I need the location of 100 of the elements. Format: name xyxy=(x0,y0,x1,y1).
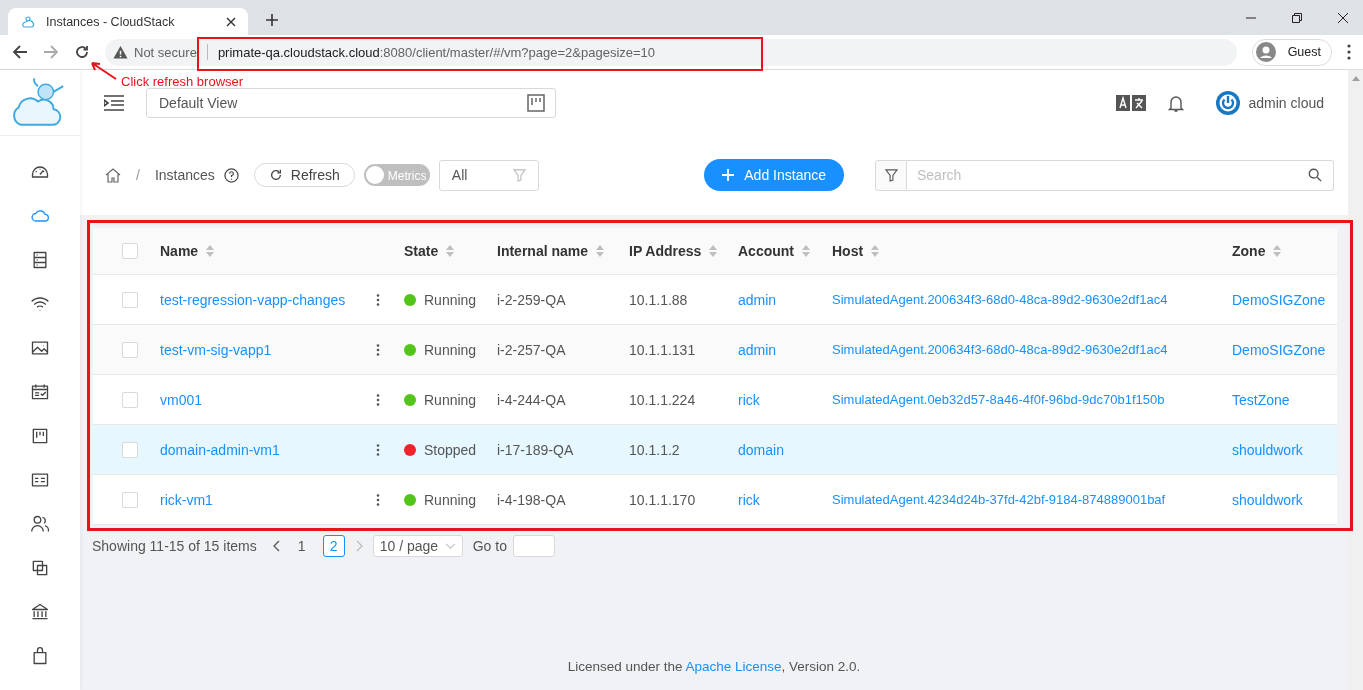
column-header[interactable]: Zone xyxy=(1232,243,1266,259)
table-row[interactable]: rick-vm1 Running i-4-198-QA 10.1.1.170 rick SimulatedAgent.4234d24b-37fd-42bf-9184-874889001baf shouldwork xyxy=(93,475,1337,525)
column-header[interactable]: State xyxy=(404,243,439,259)
search-field[interactable]: Search xyxy=(907,159,1334,191)
table-row[interactable]: domain-admin-vm1 Stopped i-17-189-QA 10.1.1.2 domain shouldwork xyxy=(93,425,1337,475)
host-link[interactable]: SimulatedAgent.200634f3-68d0-48ca-89d2-9630e2df1ac4 xyxy=(832,342,1168,357)
internal-name-text: i-4-244-QA xyxy=(497,391,566,408)
filter-icon xyxy=(884,168,898,182)
translate-icon[interactable] xyxy=(1115,94,1146,111)
home-icon[interactable] xyxy=(105,167,121,183)
close-icon[interactable] xyxy=(226,16,236,27)
state-text: Stopped xyxy=(424,441,477,458)
annotation-arrow xyxy=(88,59,118,81)
bell-icon[interactable] xyxy=(1167,93,1184,112)
instance-name-link[interactable]: test-regression-vapp-changes xyxy=(160,291,346,308)
more-icon[interactable] xyxy=(376,393,380,406)
url-text: primate-qa.cloudstack.cloud:8080/client/master/#/vm?page=2&pagesize=10 xyxy=(217,44,656,60)
account-link[interactable]: admin xyxy=(738,291,777,308)
zone-link[interactable]: TestZone xyxy=(1232,391,1290,408)
row-checkbox[interactable] xyxy=(122,291,138,308)
column-header[interactable]: Name xyxy=(160,243,199,259)
menu-icon[interactable] xyxy=(104,94,124,111)
go-to-label: Go to xyxy=(472,538,507,554)
person-icon xyxy=(1255,42,1276,62)
state-text: Running xyxy=(424,291,477,308)
internal-name-text: i-2-259-QA xyxy=(497,291,566,308)
host-link[interactable]: SimulatedAgent.0eb32d57-8a46-4f0f-96bd-9dc70b1f150b xyxy=(832,392,1165,407)
previous-page-icon[interactable] xyxy=(272,540,281,552)
breadcrumb-current: Instances xyxy=(154,167,215,183)
more-icon[interactable] xyxy=(376,493,380,506)
search-filter-button[interactable] xyxy=(875,159,907,191)
row-checkbox[interactable] xyxy=(122,341,138,358)
host-link[interactable]: SimulatedAgent.4234d24b-37fd-42bf-9184-874889001baf xyxy=(832,492,1166,507)
internal-name-text: i-17-189-QA xyxy=(497,441,574,458)
refresh-button[interactable]: Refresh xyxy=(253,163,355,187)
instance-name-link[interactable]: rick-vm1 xyxy=(160,491,213,508)
zone-link[interactable]: DemoSIGZone xyxy=(1232,341,1326,358)
bank-icon[interactable] xyxy=(30,602,50,622)
board-icon xyxy=(527,93,545,112)
copy-squares-icon[interactable] xyxy=(30,558,50,578)
select-all-checkbox[interactable] xyxy=(122,243,138,259)
instance-name-link[interactable]: test-vm-sig-vapp1 xyxy=(160,341,272,358)
address-bar[interactable]: Not secure primate-qa.cloudstack.cloud:8080/client/master/#/vm?page=2&pagesize=10 xyxy=(105,38,1237,66)
internal-name-text: i-4-198-QA xyxy=(497,491,566,508)
account-link[interactable]: admin xyxy=(738,341,777,358)
license-text: Licensed under the Apache License, Version 2.0. xyxy=(566,659,862,674)
table-row[interactable]: test-vm-sig-vapp1 Running i-2-257-QA 10.1.1.131 admin SimulatedAgent.200634f3-68d0-48ca-89d2-9630e2df1ac4 DemoSIGZone xyxy=(93,325,1337,375)
column-header[interactable]: Internal name xyxy=(497,243,589,259)
filter-select[interactable]: All xyxy=(438,159,539,191)
profile-button[interactable]: Guest xyxy=(1251,38,1332,66)
wifi-icon[interactable] xyxy=(30,294,50,314)
close-icon[interactable] xyxy=(1337,11,1349,24)
more-icon[interactable] xyxy=(376,443,380,456)
page-button[interactable]: 2 xyxy=(322,535,345,557)
account-link[interactable]: rick xyxy=(738,491,760,508)
user-menu[interactable]: admin cloud xyxy=(1215,90,1324,115)
ip-address-text: 10.1.1.170 xyxy=(629,491,696,508)
browser-tab[interactable]: Instances - CloudStack xyxy=(8,8,248,35)
users-icon[interactable] xyxy=(30,514,50,534)
zone-link[interactable]: shouldwork xyxy=(1232,491,1303,508)
ip-address-text: 10.1.1.88 xyxy=(629,291,688,308)
instance-name-link[interactable]: vm001 xyxy=(160,391,203,408)
back-arrow-icon[interactable] xyxy=(12,44,28,60)
host-link[interactable]: SimulatedAgent.200634f3-68d0-48ca-89d2-9630e2df1ac4 xyxy=(832,292,1168,307)
page-size-select[interactable]: 10 / page xyxy=(372,535,463,557)
calendar-check-icon[interactable] xyxy=(30,382,50,402)
account-link[interactable]: rick xyxy=(738,391,760,408)
state-text: Running xyxy=(424,341,477,358)
row-checkbox[interactable] xyxy=(122,391,138,408)
instance-name-link[interactable]: domain-admin-vm1 xyxy=(160,441,280,458)
security-label: Not secure xyxy=(134,44,197,60)
column-header[interactable]: Account xyxy=(738,243,794,259)
add-instance-button[interactable]: Add Instance xyxy=(704,159,844,191)
metrics-switch[interactable]: Metrics xyxy=(363,164,430,186)
more-icon[interactable] xyxy=(1347,44,1351,60)
state-text: Running xyxy=(424,491,477,508)
board-icon[interactable] xyxy=(30,426,50,446)
power-avatar-icon xyxy=(1215,90,1240,115)
warning-icon xyxy=(113,44,128,60)
view-selector[interactable]: Default View xyxy=(146,87,556,118)
ip-address-text: 10.1.1.131 xyxy=(629,341,696,358)
column-header[interactable]: IP Address xyxy=(629,243,702,259)
page-button[interactable]: 1 xyxy=(290,535,313,557)
more-icon[interactable] xyxy=(376,343,380,356)
zone-link[interactable]: DemoSIGZone xyxy=(1232,291,1326,308)
zone-link[interactable]: shouldwork xyxy=(1232,441,1303,458)
restore-icon[interactable] xyxy=(1291,11,1303,24)
row-checkbox[interactable] xyxy=(122,441,138,458)
new-tab-icon[interactable] xyxy=(266,14,278,26)
plus-icon xyxy=(722,169,735,181)
more-icon[interactable] xyxy=(376,293,380,306)
chevron-down-icon xyxy=(444,542,456,550)
account-link[interactable]: domain xyxy=(738,441,784,458)
column-header[interactable]: Host xyxy=(832,243,864,259)
row-checkbox[interactable] xyxy=(122,491,138,508)
reload-icon[interactable] xyxy=(74,44,90,60)
state-text: Running xyxy=(424,391,477,408)
apache-license-link[interactable]: Apache License xyxy=(685,659,782,674)
help-icon[interactable] xyxy=(223,167,239,183)
go-to-field[interactable] xyxy=(513,535,555,557)
